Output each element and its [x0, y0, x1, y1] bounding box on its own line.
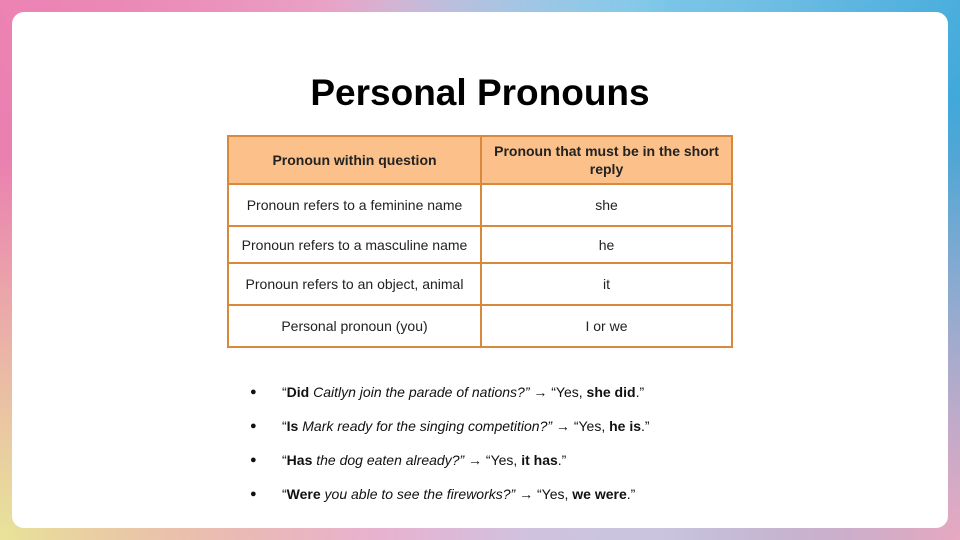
table-header-cell: Pronoun within question	[227, 135, 482, 185]
example-text: “Did Caitlyn join the parade of nations?…	[282, 384, 645, 400]
bullet-icon: ●	[250, 420, 257, 432]
table-cell: I or we	[480, 304, 733, 348]
table-row: Personal pronoun (you) I or we	[227, 304, 733, 348]
table-cell: Pronoun refers to a masculine name	[227, 225, 482, 264]
table-cell: Pronoun refers to an object, animal	[227, 262, 482, 306]
bullet-icon: ●	[250, 454, 257, 466]
table-cell: she	[480, 183, 733, 227]
list-item: ● “Is Mark ready for the singing competi…	[250, 418, 650, 452]
bullet-icon: ●	[250, 386, 257, 398]
table-header-cell: Pronoun that must be in the short reply	[480, 135, 733, 185]
list-item: ● “Has the dog eaten already?” → “Yes, i…	[250, 452, 650, 486]
table-cell: Pronoun refers to a feminine name	[227, 183, 482, 227]
example-text: “Has the dog eaten already?” → “Yes, it …	[282, 452, 567, 468]
table-row: Pronoun refers to a masculine name he	[227, 225, 733, 264]
slide-card: Personal Pronouns Pronoun within questio…	[12, 12, 948, 528]
bullet-icon: ●	[250, 488, 257, 500]
list-item: ● “Were you able to see the fireworks?” …	[250, 486, 650, 520]
table-header-row: Pronoun within question Pronoun that mus…	[227, 135, 733, 185]
table-row: Pronoun refers to an object, animal it	[227, 262, 733, 306]
example-text: “Were you able to see the fireworks?” → …	[282, 486, 636, 502]
list-item: ● “Did Caitlyn join the parade of nation…	[250, 384, 650, 418]
pronoun-table: Pronoun within question Pronoun that mus…	[227, 135, 733, 348]
page-title: Personal Pronouns	[310, 72, 650, 113]
example-text: “Is Mark ready for the singing competiti…	[282, 418, 650, 434]
example-list: ● “Did Caitlyn join the parade of nation…	[250, 384, 650, 520]
table-cell: he	[480, 225, 733, 264]
table-row: Pronoun refers to a feminine name she	[227, 183, 733, 227]
table-cell: Personal pronoun (you)	[227, 304, 482, 348]
table-cell: it	[480, 262, 733, 306]
